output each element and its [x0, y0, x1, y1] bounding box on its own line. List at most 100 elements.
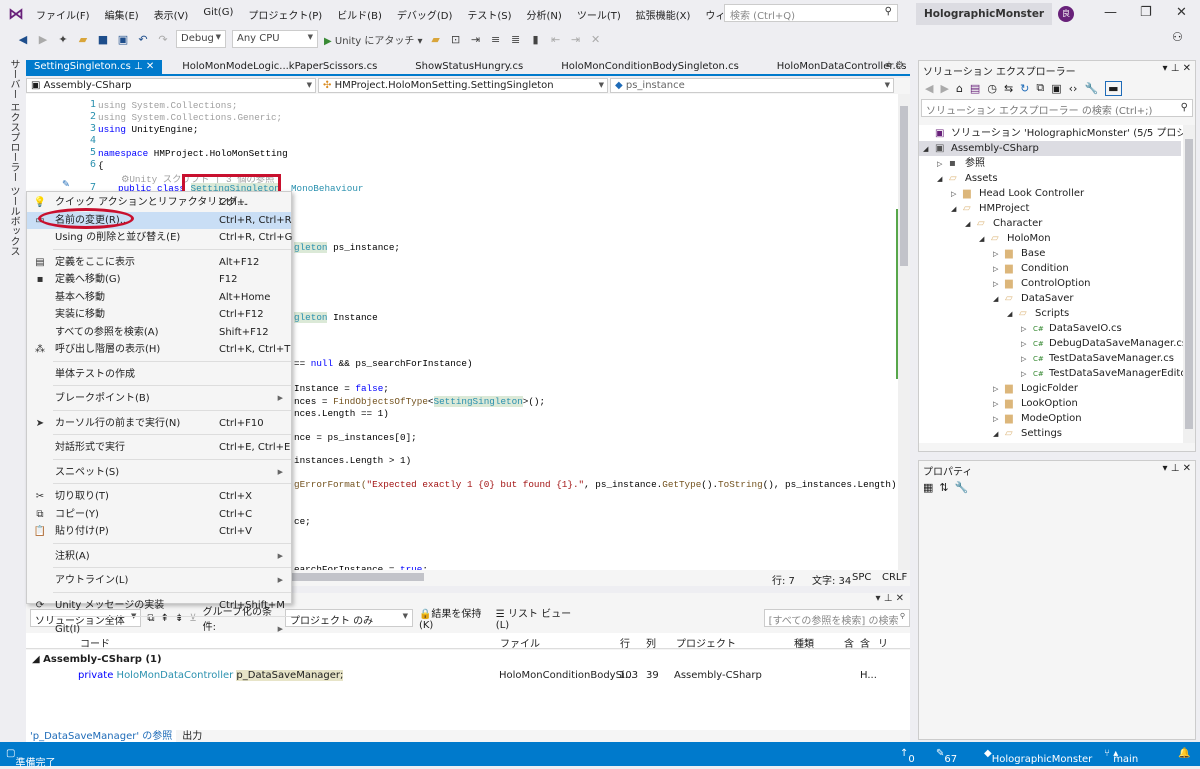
column-containing-1[interactable]: 含: [844, 635, 854, 650]
tree-item[interactable]: ◢ ▱ Settings: [919, 426, 1181, 441]
tree-item[interactable]: ▷ ▆ LogicFolder: [919, 381, 1181, 396]
member-dropdown[interactable]: ◆ ps_instance ▼: [610, 78, 894, 93]
forward-icon[interactable]: ▶: [940, 82, 948, 95]
tree-item[interactable]: ▷ C# DataSaveIO.cs: [919, 321, 1181, 336]
tree-item[interactable]: ▷ ▆ Base: [919, 246, 1181, 261]
tab-references[interactable]: 'p_DataSaveManager' の参照: [26, 727, 177, 742]
push-count[interactable]: ↑ 0: [900, 748, 915, 765]
menu-item[interactable]: プロジェクト(P): [248, 7, 322, 22]
tree-item[interactable]: ▷ C# DebugDataSaveManager.cs: [919, 336, 1183, 352]
context-menu-item[interactable]: ⧉ コピー(Y) Ctrl+C: [27, 506, 291, 524]
property-pages-icon[interactable]: 🔧: [955, 481, 969, 494]
table-row[interactable]: private HoloMonDataController p_DataSave…: [26, 668, 910, 684]
column-file[interactable]: ファイル: [500, 635, 540, 650]
tree-item[interactable]: ◢ ▱ DataSaver: [919, 291, 1181, 306]
context-menu-item[interactable]: アウトライン(L) ▶: [27, 572, 291, 590]
browser-icon[interactable]: ⊡: [449, 33, 463, 46]
preview-icon[interactable]: ▬: [1105, 80, 1122, 96]
pin-close-icon[interactable]: ⊥ ✕: [131, 61, 154, 72]
feedback-icon[interactable]: ⚇: [1172, 30, 1183, 44]
context-menu-item[interactable]: 注釈(A) ▶: [27, 548, 291, 566]
tree-item[interactable]: ▷ ▆ ControlOption: [919, 276, 1181, 291]
tree-item[interactable]: ▷ C# TestDataSaveManager.cs: [919, 351, 1181, 366]
column-kind[interactable]: 種類: [794, 635, 814, 650]
tree-item[interactable]: ▷ C# TestDataSaveManagerEditor.: [919, 366, 1183, 381]
collapsed-arrow-icon[interactable]: ▷: [993, 262, 1005, 277]
context-menu-item[interactable]: すべての参照を検索(A) Shift+F12: [27, 324, 291, 342]
back-icon[interactable]: ◀: [925, 82, 933, 95]
sync-icon[interactable]: ⇆: [1004, 82, 1013, 95]
redo-icon[interactable]: ↷: [156, 33, 170, 46]
context-menu-item[interactable]: 実装に移動 Ctrl+F12: [27, 306, 291, 324]
find-in-files-icon[interactable]: ▰: [429, 33, 443, 46]
context-menu-item[interactable]: ✂ 切り取り(T) Ctrl+X: [27, 488, 291, 506]
tree-item[interactable]: ▷ ▆ ModeOption: [919, 411, 1181, 426]
expanded-arrow-icon[interactable]: ◢: [993, 427, 1005, 442]
search-box[interactable]: 検索 (Ctrl+Q) ⚲: [724, 4, 898, 22]
back-icon[interactable]: ◀: [16, 33, 30, 46]
menu-item[interactable]: ファイル(F): [36, 7, 90, 22]
context-menu-item[interactable]: 単体テストの作成: [27, 366, 291, 384]
changes-count[interactable]: ✎ 67: [936, 748, 957, 765]
solution-search-input[interactable]: ソリューション エクスプローラー の検索 (Ctrl+;) ⚲: [921, 99, 1193, 117]
column-line[interactable]: 行: [620, 635, 630, 650]
tree-item[interactable]: ▷ ▆ Head Look Controller: [919, 186, 1181, 201]
panel-controls[interactable]: ▾ ⊥ ✕: [1163, 63, 1191, 74]
context-menu-item[interactable]: 対話形式で実行 Ctrl+E, Ctrl+E: [27, 439, 291, 457]
column-col[interactable]: 列: [646, 635, 656, 650]
undo-icon[interactable]: ↶: [136, 33, 150, 46]
notifications-icon[interactable]: 🔔: [1178, 748, 1190, 759]
home-icon[interactable]: ⌂: [956, 82, 963, 95]
collapsed-arrow-icon[interactable]: ▷: [993, 412, 1005, 427]
tab-file[interactable]: ShowStatusHungry.cs: [407, 60, 531, 74]
save-all-icon[interactable]: ▣: [116, 33, 130, 46]
menu-item[interactable]: 編集(E): [105, 7, 139, 22]
uncomment-icon[interactable]: ≣: [509, 33, 523, 46]
expanded-arrow-icon[interactable]: ◢: [979, 232, 991, 247]
next-bookmark-icon[interactable]: ⇥: [569, 33, 583, 46]
new-project-icon[interactable]: ✦: [56, 33, 70, 46]
prev-bookmark-icon[interactable]: ⇤: [549, 33, 563, 46]
tree-item[interactable]: ▷ ▆ LookOption: [919, 396, 1181, 411]
alphabetical-icon[interactable]: ⇅: [939, 481, 948, 494]
server-explorer-tab[interactable]: サーバー エクスプローラー: [6, 59, 21, 182]
configuration-select[interactable]: Debug ▼: [176, 30, 226, 48]
restore-icon[interactable]: ❐: [1140, 5, 1152, 20]
tree-item[interactable]: ◢ ▱ Assets: [919, 171, 1181, 186]
tree-item[interactable]: ◢ ▱ Character: [919, 216, 1181, 231]
context-menu-item[interactable]: ▪ 定義へ移動(G) F12: [27, 271, 291, 289]
collapsed-arrow-icon[interactable]: ▷: [993, 382, 1005, 397]
collapsed-arrow-icon[interactable]: ▷: [993, 247, 1005, 262]
tree-item[interactable]: ▷ ▆ Condition: [919, 261, 1181, 276]
view-code-icon[interactable]: ‹›: [1069, 82, 1078, 95]
expanded-arrow-icon[interactable]: ◢: [937, 172, 949, 187]
indent-icon[interactable]: ⇥: [469, 33, 483, 46]
platform-select[interactable]: Any CPU ▼: [232, 30, 318, 48]
branch-selector[interactable]: ⑂ main ▴: [1104, 748, 1138, 765]
keep-results-button[interactable]: 🔒結果を保持(K): [419, 605, 490, 631]
type-dropdown[interactable]: ✣ HMProject.HoloMonSetting.SettingSingle…: [318, 78, 608, 93]
menu-item[interactable]: 表示(V): [154, 7, 189, 22]
forward-icon[interactable]: ▶: [36, 33, 50, 46]
expanded-arrow-icon[interactable]: ◢: [951, 202, 963, 217]
close-icon[interactable]: ✕: [1176, 5, 1187, 20]
clear-bookmarks-icon[interactable]: ✕: [589, 33, 603, 46]
context-menu-item[interactable]: スニペット(S) ▶: [27, 464, 291, 482]
bookmark-icon[interactable]: ▮: [529, 33, 543, 46]
menu-item[interactable]: Git(G): [203, 7, 233, 22]
open-icon[interactable]: ▰: [76, 33, 90, 46]
tab-overflow-icon[interactable]: ⩧ ⚙: [886, 60, 904, 71]
collapsed-arrow-icon[interactable]: ▷: [993, 397, 1005, 412]
minimize-icon[interactable]: —: [1104, 5, 1117, 20]
column-containing-2[interactable]: 含: [860, 635, 870, 650]
collapsed-arrow-icon[interactable]: ▷: [993, 277, 1005, 292]
attach-unity-button[interactable]: ▶ Unity にアタッチ ▾: [324, 32, 423, 47]
vertical-scrollbar[interactable]: [898, 94, 910, 570]
collapsed-arrow-icon[interactable]: ▷: [1021, 337, 1033, 352]
project-dropdown[interactable]: ▣ Assembly-CSharp ▼: [26, 78, 316, 93]
expanded-arrow-icon[interactable]: ◢: [1007, 307, 1019, 322]
context-menu-item[interactable]: ⁂ 呼び出し階層の表示(H) Ctrl+K, Ctrl+T: [27, 341, 291, 359]
tab-file[interactable]: SettingSingleton.cs ⊥ ✕: [26, 60, 163, 74]
toolbox-tab[interactable]: ツールボックス: [6, 186, 21, 256]
context-menu-item[interactable]: 📋 貼り付け(P) Ctrl+V: [27, 523, 291, 541]
